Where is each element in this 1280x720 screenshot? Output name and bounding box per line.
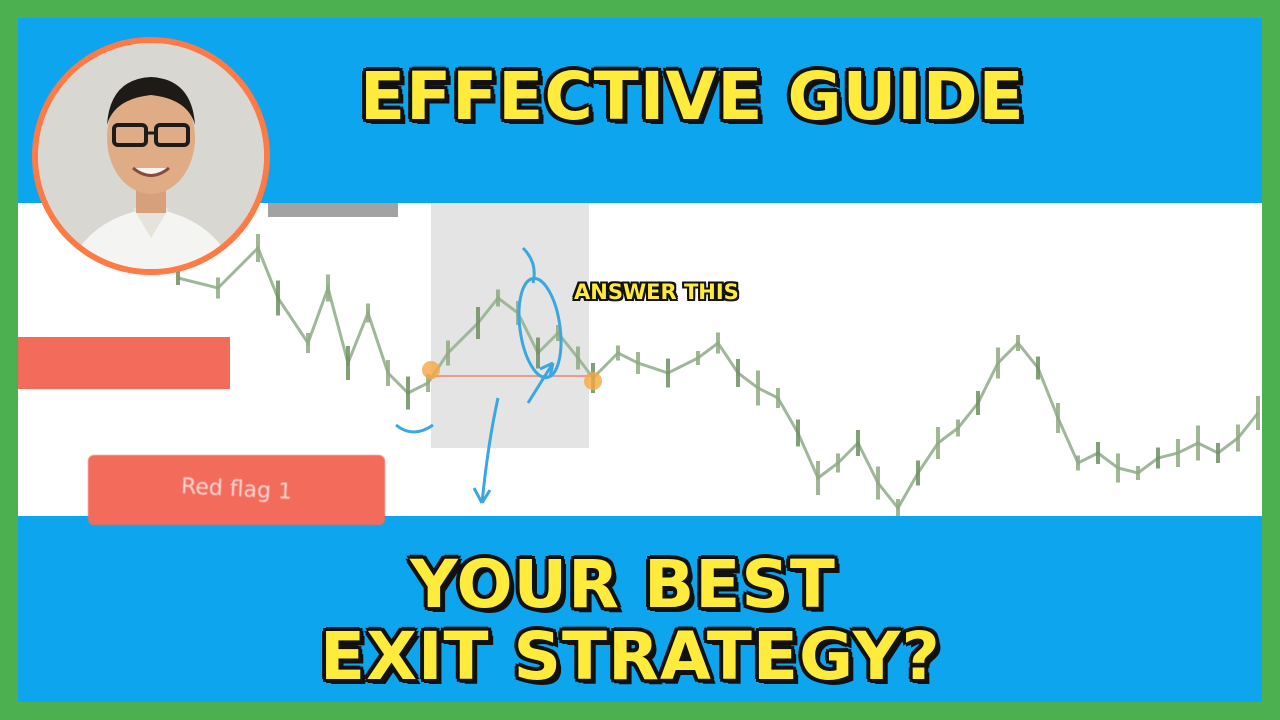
- subtitle-line-1: YOUR BEST: [410, 546, 836, 623]
- candle: [956, 419, 960, 437]
- candle: [326, 274, 330, 302]
- candle: [856, 430, 860, 456]
- candle: [346, 346, 350, 380]
- candle: [876, 466, 880, 500]
- candle: [636, 352, 640, 374]
- marker-dot: [584, 372, 602, 390]
- candle: [276, 280, 280, 316]
- candle: [306, 333, 310, 353]
- candle: [1196, 425, 1200, 461]
- candle: [996, 347, 1000, 379]
- candle: [536, 337, 540, 369]
- candle: [736, 359, 740, 387]
- candle: [1056, 403, 1060, 433]
- candle: [1156, 447, 1160, 469]
- candle: [756, 370, 760, 406]
- candle: [1096, 442, 1100, 464]
- candle: [776, 388, 780, 408]
- avatar-ring: [32, 37, 270, 275]
- candle: [366, 303, 370, 323]
- candle: [976, 391, 980, 415]
- candle: [716, 332, 720, 354]
- toolbar-shadow: [268, 203, 398, 217]
- candle: [496, 289, 500, 307]
- candle: [696, 351, 700, 365]
- candle: [1176, 439, 1180, 467]
- candle: [216, 277, 220, 299]
- candle: [1116, 453, 1120, 483]
- candle: [256, 234, 260, 262]
- answer-label: ANSWER THIS: [574, 280, 739, 304]
- candle: [916, 460, 920, 486]
- candle: [1256, 396, 1260, 430]
- candle: [816, 461, 820, 495]
- candle: [1136, 466, 1140, 480]
- red-zone-bar: [18, 337, 230, 389]
- candle: [1076, 455, 1080, 471]
- presenter-portrait-icon: [38, 43, 264, 269]
- candle: [446, 340, 450, 366]
- subtitle-line-2: EXIT STRATEGY?: [320, 618, 941, 695]
- candle: [476, 307, 480, 339]
- candle: [406, 376, 410, 410]
- candle: [896, 499, 900, 516]
- pen-mark: [395, 423, 434, 434]
- candle: [836, 453, 840, 473]
- candle: [1036, 356, 1040, 380]
- candle: [176, 271, 180, 285]
- headline-title: EFFECTIVE GUIDE: [360, 58, 1025, 135]
- candle: [1236, 424, 1240, 452]
- avatar: [38, 43, 264, 269]
- candle: [1216, 443, 1220, 463]
- candle: [576, 346, 580, 370]
- highlight-zone: [431, 203, 589, 448]
- candle: [936, 427, 940, 459]
- candle: [796, 419, 800, 447]
- candle: [616, 345, 620, 361]
- red-flag-box: Red flag 1: [88, 455, 385, 525]
- candle: [1016, 335, 1020, 351]
- marker-dot: [422, 361, 440, 379]
- candle: [386, 360, 390, 386]
- candle: [666, 358, 670, 388]
- red-flag-label: Red flag 1: [180, 474, 293, 505]
- thumbnail-frame: Red flag 1 EFFECTIVE GUIDE ANSWER THIS Y…: [18, 18, 1262, 702]
